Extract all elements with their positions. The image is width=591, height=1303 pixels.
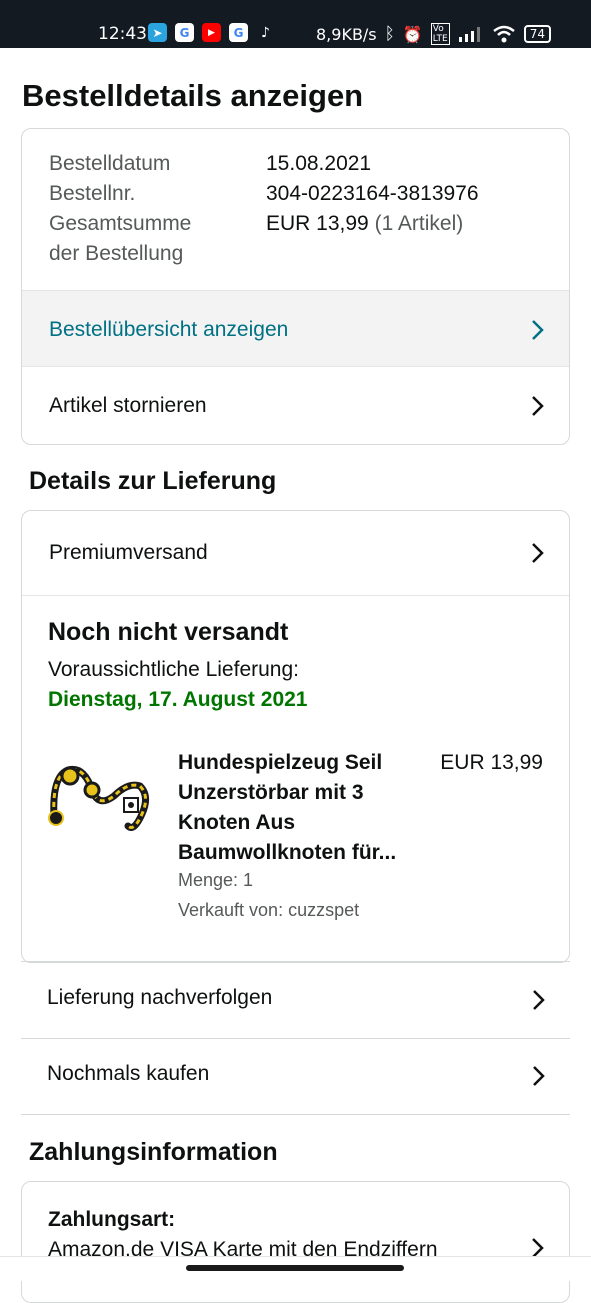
- bluetooth-icon: ᛒ: [384, 24, 395, 44]
- shipping-method-link[interactable]: Premiumversand: [22, 511, 569, 595]
- delivery-section-title: Details zur Lieferung: [29, 467, 277, 495]
- home-indicator[interactable]: [186, 1265, 404, 1271]
- rope-toy-image: [48, 765, 149, 831]
- network-speed: 8,9KB/s: [316, 24, 377, 44]
- tiktok-icon: ♪: [261, 24, 270, 41]
- product-quantity: Menge: 1: [178, 870, 254, 890]
- youtube-icon: ▶: [202, 23, 221, 42]
- order-total-label-line2: der Bestellung: [49, 242, 184, 265]
- shipment-status-title: Noch nicht versandt: [48, 618, 289, 646]
- order-date-label: Bestelldatum: [49, 152, 171, 175]
- wifi-icon: [492, 25, 515, 43]
- product-title-line: Baumwollknoten für...: [178, 841, 397, 864]
- order-overview-label: Bestellübersicht anzeigen: [49, 317, 289, 341]
- delivery-card: Premiumversand Noch nicht versandt Vorau…: [21, 510, 570, 963]
- signal-icon: [458, 27, 480, 42]
- notification-icons: ➤ G ▶ G ♪: [148, 23, 275, 42]
- status-bar: 12:43 ➤ G ▶ G ♪ 8,9KB/s ᛒ ⏰ Vo LTE 74: [0, 0, 591, 48]
- buy-again-label: Nochmals kaufen: [47, 1062, 210, 1085]
- payment-card[interactable]: Zahlungsart: Amazon.de VISA Karte mit de…: [21, 1181, 570, 1303]
- product-image[interactable]: [48, 756, 156, 836]
- cancel-items-label: Artikel stornieren: [49, 394, 207, 417]
- order-summary-card: Bestelldatum 15.08.2021 Bestellnr. 304-0…: [21, 128, 570, 445]
- order-date-value: 15.08.2021: [266, 152, 372, 175]
- google-icon: G: [229, 23, 248, 42]
- payment-method-label: Zahlungsart:: [48, 1208, 176, 1231]
- product-title-line: Knoten Aus: [178, 811, 296, 834]
- expected-delivery-date: Dienstag, 17. August 2021: [48, 688, 308, 711]
- order-total-value: EUR 13,99 (1 Artikel): [266, 209, 463, 239]
- order-overview-link[interactable]: Bestellübersicht anzeigen: [22, 290, 569, 367]
- product-seller: Verkauft von: cuzzspet: [178, 900, 360, 920]
- track-delivery-link[interactable]: Lieferung nachverfolgen: [21, 961, 570, 1039]
- battery-icon: 74: [523, 25, 552, 43]
- product-title-line: Unzerstörbar mit 3: [178, 781, 364, 804]
- shipment-block: Noch nicht versandt Voraussichtliche Lie…: [22, 595, 569, 920]
- chevron-right-icon: [533, 990, 545, 1010]
- product-title[interactable]: Hundespielzeug Seil Unzerstörbar mit 3 K…: [178, 748, 428, 868]
- expected-delivery-label: Voraussichtliche Lieferung:: [48, 658, 299, 681]
- volte-icon: Vo LTE: [430, 23, 450, 45]
- payment-section-title: Zahlungsinformation: [29, 1138, 278, 1166]
- order-total-amount: EUR 13,99: [266, 212, 369, 235]
- track-delivery-label: Lieferung nachverfolgen: [47, 986, 273, 1009]
- cancel-items-link[interactable]: Artikel stornieren: [22, 366, 569, 444]
- shipping-method-label: Premiumversand: [49, 541, 208, 564]
- product-title-line: Hundespielzeug Seil: [178, 751, 383, 774]
- alarm-icon: ⏰: [402, 24, 423, 44]
- chevron-right-icon: [532, 543, 544, 563]
- telegram-icon: ➤: [148, 23, 167, 42]
- page-title: Bestelldetails anzeigen: [22, 78, 364, 113]
- product-price: EUR 13,99: [440, 751, 543, 774]
- status-time: 12:43: [98, 24, 147, 44]
- order-total-items: (1 Artikel): [374, 212, 464, 235]
- chevron-right-icon: [532, 396, 544, 416]
- order-number-label: Bestellnr.: [49, 182, 136, 205]
- google-icon: G: [175, 23, 194, 42]
- order-total-label: Gesamtsumme: [49, 212, 192, 235]
- system-indicators: 8,9KB/s ᛒ ⏰ Vo LTE 74: [316, 23, 552, 45]
- chevron-right-icon: [533, 1066, 545, 1086]
- order-number-value: 304-0223164-3813976: [266, 182, 479, 205]
- buy-again-link[interactable]: Nochmals kaufen: [21, 1038, 570, 1115]
- chevron-right-icon: [532, 319, 544, 340]
